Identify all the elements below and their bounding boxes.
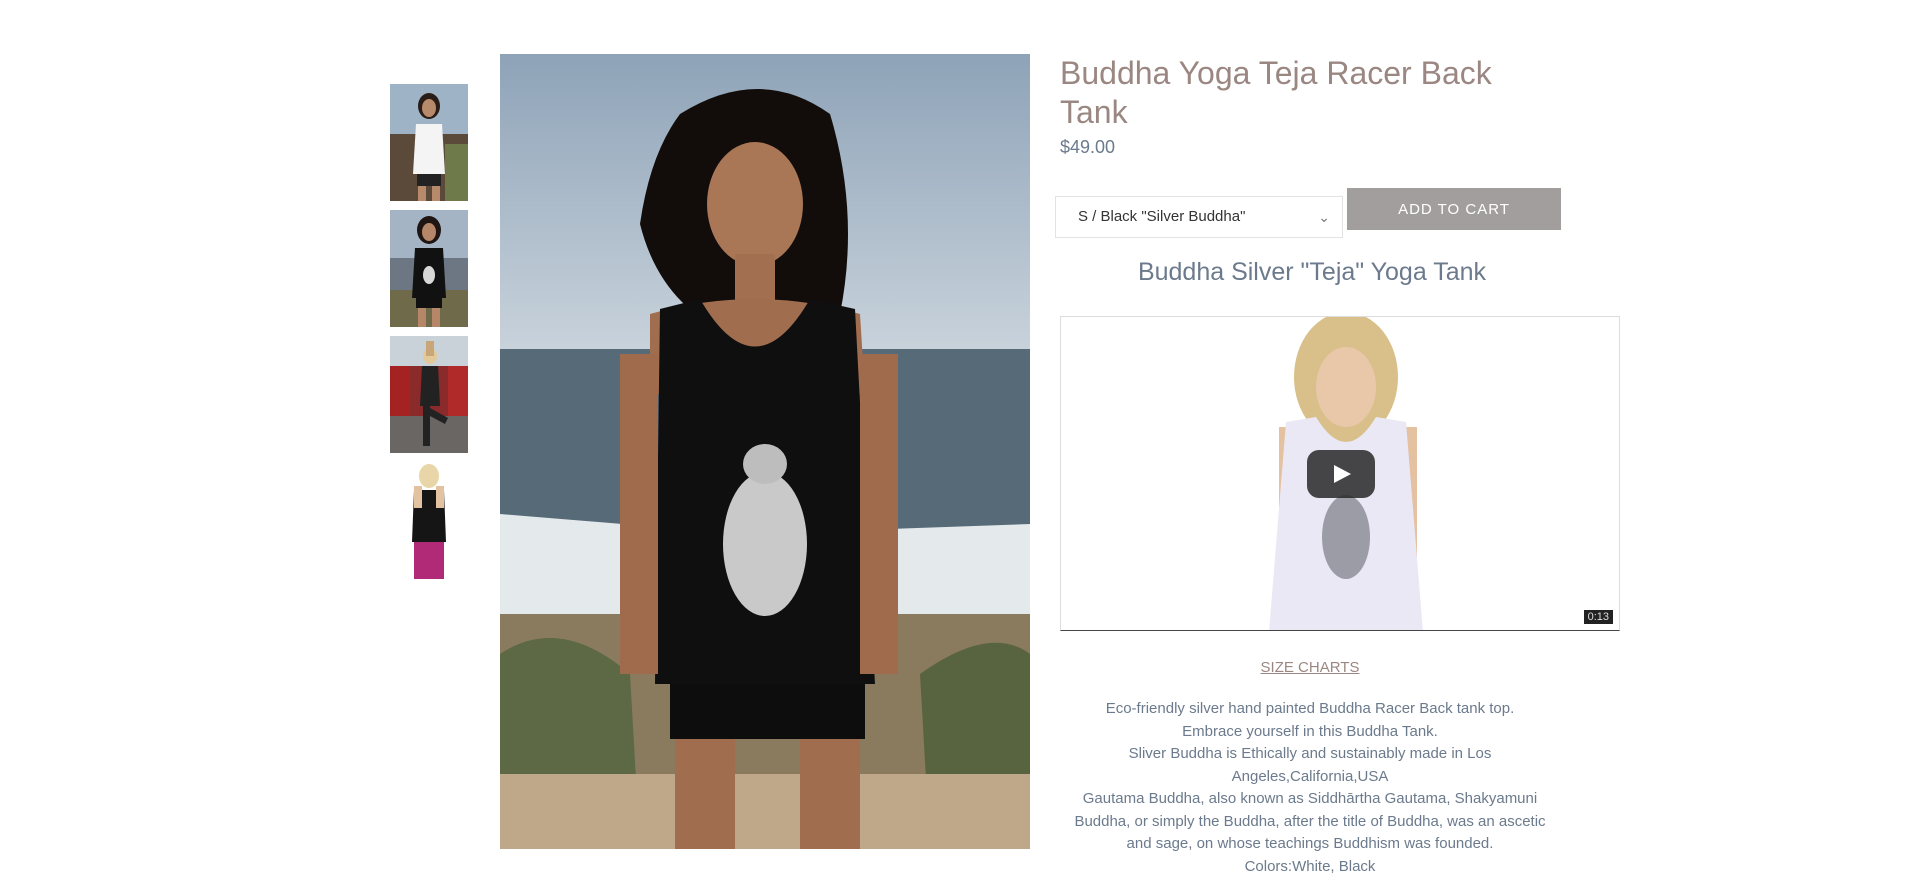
product-info: Buddha Yoga Teja Racer Back Tank $49.00 … bbox=[1055, 54, 1620, 875]
description-line: Gautama Buddha, also known as Siddhārtha… bbox=[1074, 790, 1546, 852]
main-product-image[interactable] bbox=[500, 54, 1030, 849]
product-price: $49.00 bbox=[1060, 137, 1116, 157]
product-page: Buddha Yoga Teja Racer Back Tank $49.00 … bbox=[0, 0, 1926, 885]
video-duration: 0:13 bbox=[1583, 610, 1613, 624]
product-video[interactable]: 0:13 bbox=[1060, 316, 1620, 631]
thumbnail-gallery bbox=[390, 84, 468, 588]
product-title: Buddha Yoga Teja Racer Back Tank bbox=[1060, 55, 1492, 130]
description-line: Embrace yourself in this Buddha Tank. bbox=[1182, 722, 1438, 740]
play-icon[interactable] bbox=[1307, 450, 1375, 498]
purchase-row: S / Black "Silver Buddha" ⌄ ADD TO CART bbox=[1055, 188, 1575, 238]
chevron-down-icon: ⌄ bbox=[1318, 209, 1330, 225]
description-line: Colors:White, Black bbox=[1244, 857, 1376, 875]
thumbnail-black-tank[interactable] bbox=[390, 210, 468, 327]
thumbnail-back-view[interactable] bbox=[390, 462, 468, 579]
variant-select-value: S / Black "Silver Buddha" bbox=[1078, 208, 1246, 225]
description-line: Sliver Buddha is Ethically and sustainab… bbox=[1128, 745, 1492, 785]
description-heading: Buddha Silver "Teja" Yoga Tank bbox=[1137, 258, 1487, 286]
description-line: Eco-friendly silver hand painted Buddha … bbox=[1105, 700, 1515, 717]
variant-select[interactable]: S / Black "Silver Buddha" ⌄ bbox=[1055, 196, 1343, 238]
thumbnail-yoga-pose[interactable] bbox=[390, 336, 468, 453]
product-description: Eco-friendly silver hand painted Buddha … bbox=[1060, 698, 1560, 878]
thumbnail-white-tank[interactable] bbox=[390, 84, 468, 201]
size-charts: SIZE CHARTS bbox=[1060, 659, 1560, 677]
size-charts-link[interactable]: SIZE CHARTS bbox=[1261, 659, 1360, 676]
add-to-cart-button[interactable]: ADD TO CART bbox=[1347, 188, 1561, 230]
